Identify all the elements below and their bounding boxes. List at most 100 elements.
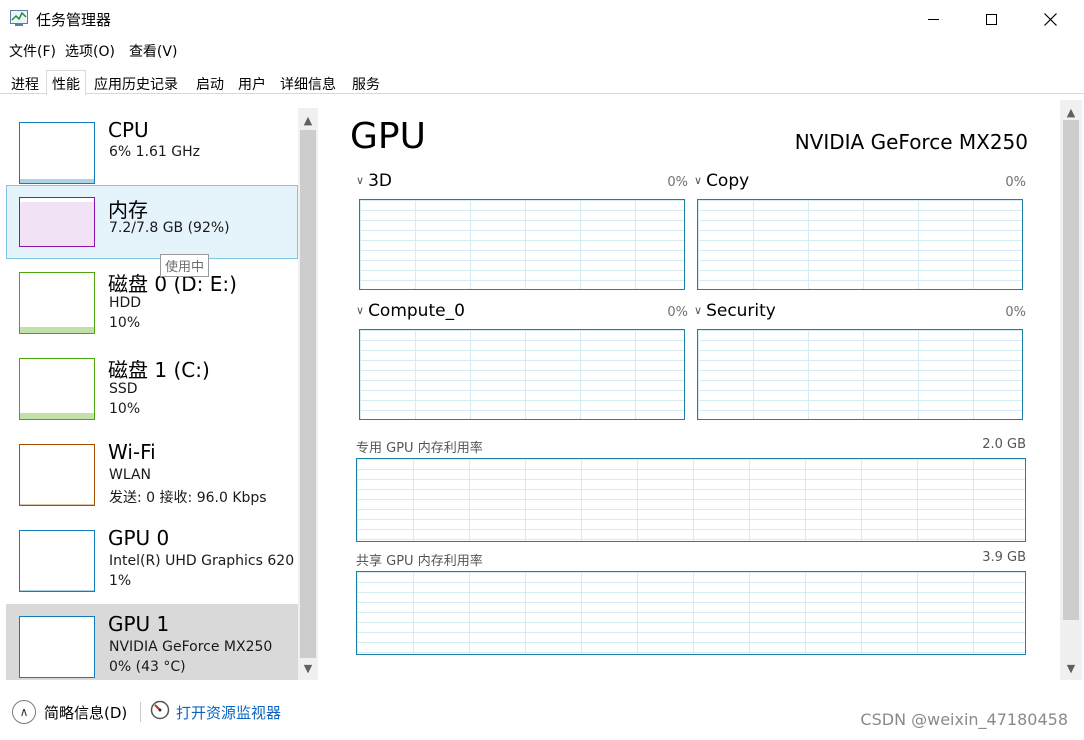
chevron-up-icon[interactable]: ∧ [12, 700, 36, 724]
chevron-down-icon: ∨ [694, 304, 703, 317]
engine-security-graph [697, 329, 1023, 420]
close-icon [1043, 12, 1057, 26]
scrollbar-thumb[interactable] [300, 130, 316, 658]
main-scrollbar[interactable]: ▲ ▼ [1060, 100, 1082, 680]
title-bar: 任务管理器 [0, 0, 1084, 38]
minimize-icon [927, 18, 939, 20]
usage-fill [20, 590, 94, 591]
chevron-down-icon: ∨ [356, 304, 365, 317]
menu-options[interactable]: 选项(O) [64, 38, 123, 62]
shared-memory-value: 3.9 GB [982, 550, 1026, 565]
scroll-down-arrow-icon[interactable]: ▼ [298, 658, 318, 678]
engine-percent: 0% [1005, 175, 1026, 190]
memory-thumbnail-graph [19, 197, 95, 247]
sidebar-item-label: 内存 [108, 198, 148, 222]
sidebar-item-label: 磁盘 1 (C:) [108, 358, 210, 382]
maximize-icon [985, 13, 997, 25]
dedicated-memory-label: 专用 GPU 内存利用率 [356, 441, 483, 456]
sidebar-item-detail: 10% [109, 401, 141, 417]
sidebar-item-disk-0[interactable]: 磁盘 0 (D: E:) HDD 10% [6, 260, 298, 346]
shared-memory-graph [356, 571, 1026, 655]
watermark: CSDN @weixin_47180458 [860, 710, 1068, 729]
disk-1-thumbnail-graph [19, 358, 95, 420]
engine-compute-graph [359, 329, 685, 420]
chevron-down-icon: ∨ [694, 174, 703, 187]
sidebar-item-gpu-1[interactable]: GPU 1 NVIDIA GeForce MX250 0% (43 °C) [6, 604, 298, 680]
dedicated-memory-graph [356, 458, 1026, 542]
dedicated-memory-value: 2.0 GB [982, 437, 1026, 452]
tab-details[interactable]: 详细信息 [274, 70, 342, 94]
engine-label: 3D [368, 171, 392, 191]
sidebar-item-detail: 10% [109, 315, 141, 331]
minimize-button[interactable] [904, 0, 962, 38]
engine-percent: 0% [1005, 305, 1026, 320]
sidebar-item-type: NVIDIA GeForce MX250 [109, 639, 273, 655]
sidebar-item-label: CPU [108, 118, 149, 142]
disk-0-thumbnail-graph [19, 272, 95, 334]
page-title: GPU [350, 116, 426, 157]
engine-label: Security [706, 301, 776, 321]
sidebar-item-type: Intel(R) UHD Graphics 620 [109, 553, 295, 569]
usage-fill [20, 327, 94, 333]
engine-copy-selector[interactable]: ∨ Copy [694, 171, 749, 191]
tab-strip: 进程 性能 应用历史记录 启动 用户 详细信息 服务 [0, 70, 1084, 95]
task-manager-icon [10, 10, 28, 26]
sidebar-item-gpu-0[interactable]: GPU 0 Intel(R) UHD Graphics 620 1% [6, 518, 298, 604]
menu-view[interactable]: 查看(V) [123, 38, 186, 62]
tab-services[interactable]: 服务 [346, 70, 386, 94]
sidebar-item-detail: 1% [109, 573, 132, 589]
resource-sidebar: CPU 6% 1.61 GHz 内存 7.2/7.8 GB (92%) 磁盘 0… [6, 108, 318, 680]
tab-users[interactable]: 用户 [232, 70, 272, 94]
resource-monitor-icon[interactable] [150, 700, 170, 720]
tab-performance[interactable]: 性能 [46, 70, 86, 95]
wifi-thumbnail-graph [19, 444, 95, 506]
sidebar-item-disk-1[interactable]: 磁盘 1 (C:) SSD 10% [6, 346, 298, 432]
shared-memory-label: 共享 GPU 内存利用率 [356, 554, 483, 569]
tab-app-history[interactable]: 应用历史记录 [88, 70, 184, 94]
engine-percent: 0% [667, 305, 688, 320]
close-button[interactable] [1021, 0, 1079, 38]
sidebar-scrollbar[interactable]: ▲ ▼ [298, 108, 318, 680]
sidebar-item-cpu[interactable]: CPU 6% 1.61 GHz [6, 108, 298, 184]
open-resource-monitor-link[interactable]: 打开资源监视器 [176, 702, 281, 723]
engine-percent: 0% [667, 175, 688, 190]
engine-compute-selector[interactable]: ∨ Compute_0 [356, 301, 465, 321]
gpu-1-thumbnail-graph [19, 616, 95, 678]
sidebar-item-label: GPU 0 [108, 526, 170, 550]
sidebar-item-label: Wi-Fi [108, 440, 156, 464]
tab-processes[interactable]: 进程 [5, 70, 45, 94]
engine-label: Compute_0 [368, 301, 465, 321]
sidebar-item-type: SSD [109, 381, 138, 397]
scroll-up-arrow-icon[interactable]: ▲ [298, 110, 318, 130]
engine-3d-graph [359, 199, 685, 290]
sidebar-item-wifi[interactable]: Wi-Fi WLAN 发送: 0 接收: 96.0 Kbps [6, 432, 298, 518]
usage-fill [20, 202, 94, 246]
engine-security-selector[interactable]: ∨ Security [694, 301, 776, 321]
sidebar-item-type: WLAN [109, 467, 152, 483]
window-title: 任务管理器 [36, 11, 112, 29]
gpu-0-thumbnail-graph [19, 530, 95, 592]
scroll-down-arrow-icon[interactable]: ▼ [1061, 658, 1081, 678]
chevron-down-icon: ∨ [356, 174, 365, 187]
scroll-up-arrow-icon[interactable]: ▲ [1061, 102, 1081, 122]
menu-file[interactable]: 文件(F) [0, 38, 64, 62]
sidebar-item-detail: 发送: 0 接收: 96.0 Kbps [109, 490, 267, 506]
sidebar-item-detail: 7.2/7.8 GB (92%) [109, 220, 230, 236]
gpu-model-name: NVIDIA GeForce MX250 [794, 130, 1028, 154]
sidebar-item-memory[interactable]: 内存 7.2/7.8 GB (92%) [6, 185, 298, 259]
fewer-details-button[interactable]: 简略信息(D) [44, 702, 127, 723]
divider [140, 702, 141, 722]
tab-startup[interactable]: 启动 [190, 70, 230, 94]
engine-label: Copy [706, 171, 750, 191]
maximize-button[interactable] [962, 0, 1020, 38]
sidebar-item-detail: 0% (43 °C) [109, 659, 186, 675]
sidebar-item-detail: 6% 1.61 GHz [109, 144, 201, 160]
usage-fill [20, 413, 94, 419]
scrollbar-thumb[interactable] [1063, 120, 1079, 620]
engine-3d-selector[interactable]: ∨ 3D [356, 171, 392, 191]
engine-copy-graph [697, 199, 1023, 290]
usage-fill [20, 179, 94, 183]
sidebar-item-type: HDD [109, 295, 142, 311]
sidebar-item-label: GPU 1 [108, 612, 170, 636]
cpu-thumbnail-graph [19, 122, 95, 184]
